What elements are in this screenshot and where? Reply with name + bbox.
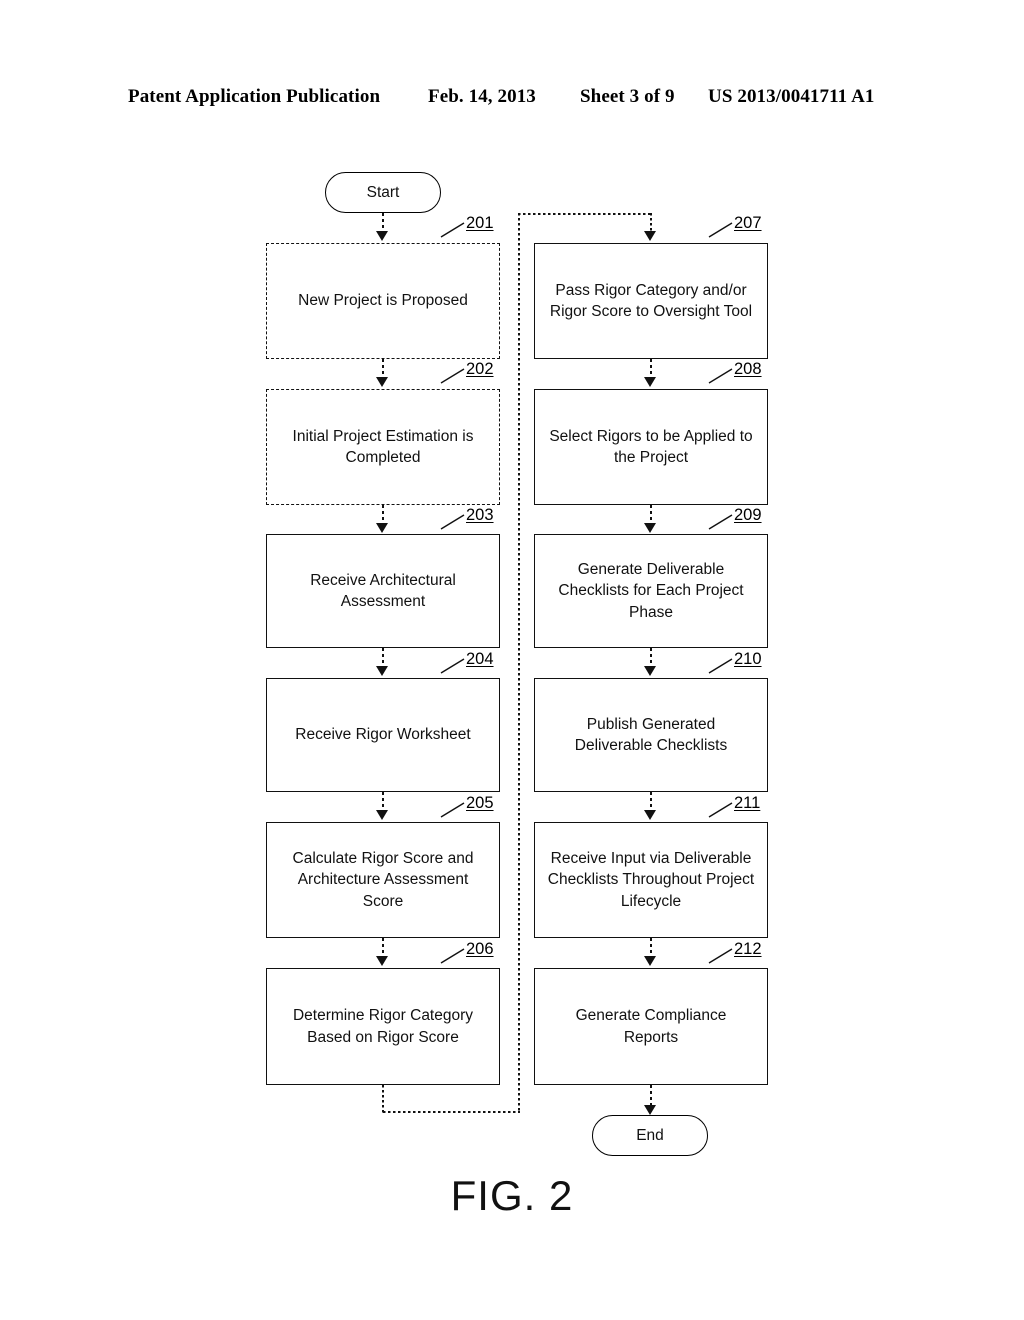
route-206-down-stub — [382, 1085, 384, 1113]
process-box-209-label: Generate Deliverable Checklists for Each… — [558, 560, 744, 621]
arrowhead-205 — [376, 810, 388, 820]
arrowhead-204 — [376, 666, 388, 676]
arrowhead-201 — [376, 231, 388, 241]
end-label: End — [636, 1126, 664, 1144]
arrowhead-206 — [376, 956, 388, 966]
arrowhead-202 — [376, 377, 388, 387]
connector-209-to-210 — [650, 648, 652, 668]
route-top-horizontal — [518, 213, 652, 215]
process-box-211-label: Receive Input via Deliverable Checklists… — [547, 849, 755, 910]
arrowhead-211 — [644, 810, 656, 820]
arrowhead-end — [644, 1105, 656, 1115]
ref-numeral-201: 201 — [466, 214, 494, 232]
start-terminator: Start — [325, 172, 441, 213]
process-box-204[interactable]: Receive Rigor Worksheet — [266, 678, 500, 792]
leader-line-207 — [708, 222, 733, 238]
process-box-202-label: Initial Project Estimation is Completed — [292, 427, 474, 466]
ref-numeral-202: 202 — [466, 360, 494, 378]
connector-211-to-212 — [650, 938, 652, 958]
ref-numeral-205: 205 — [466, 794, 494, 812]
arrowhead-209 — [644, 523, 656, 533]
leader-line-203 — [440, 514, 465, 530]
connector-202-to-203 — [382, 505, 384, 525]
connector-201-to-202 — [382, 359, 384, 379]
ref-numeral-208: 208 — [734, 360, 762, 378]
leader-line-212 — [708, 948, 733, 964]
end-terminator: End — [592, 1115, 708, 1156]
ref-numeral-212: 212 — [734, 940, 762, 958]
figure-caption: FIG. 2 — [450, 1172, 574, 1219]
arrowhead-212 — [644, 956, 656, 966]
connector-207-to-208 — [650, 359, 652, 379]
process-box-205-label: Calculate Rigor Score and Architecture A… — [292, 849, 474, 910]
leader-line-205 — [440, 802, 465, 818]
arrowhead-210 — [644, 666, 656, 676]
process-box-212[interactable]: Generate Compliance Reports — [534, 968, 768, 1085]
connector-start-to-201 — [382, 213, 384, 233]
process-box-203-label: Receive Architectural Assessment — [310, 571, 456, 610]
connector-208-to-209 — [650, 505, 652, 525]
leader-line-211 — [708, 802, 733, 818]
route-right-vertical — [518, 213, 520, 1113]
connector-212-to-end — [650, 1085, 652, 1107]
process-box-207[interactable]: Pass Rigor Category and/or Rigor Score t… — [534, 243, 768, 359]
connector-205-to-206 — [382, 938, 384, 958]
start-label: Start — [366, 183, 400, 201]
process-box-207-label: Pass Rigor Category and/or Rigor Score t… — [549, 281, 753, 320]
connector-204-to-205 — [382, 792, 384, 812]
process-box-208-label: Select Rigors to be Applied to the Proje… — [549, 427, 753, 466]
connector-203-to-204 — [382, 648, 384, 668]
leader-line-204 — [440, 658, 465, 674]
process-box-203[interactable]: Receive Architectural Assessment — [266, 534, 500, 648]
process-box-212-label: Generate Compliance Reports — [575, 1007, 727, 1046]
process-box-202[interactable]: Initial Project Estimation is Completed — [266, 389, 500, 505]
ref-numeral-210: 210 — [734, 650, 762, 668]
arrowhead-208 — [644, 377, 656, 387]
leader-line-210 — [708, 658, 733, 674]
arrowhead-into-207 — [644, 231, 656, 241]
ref-numeral-203: 203 — [466, 506, 494, 524]
ref-numeral-204: 204 — [466, 650, 494, 668]
ref-numeral-207: 207 — [734, 214, 762, 232]
process-box-209[interactable]: Generate Deliverable Checklists for Each… — [534, 534, 768, 648]
route-into-207 — [650, 213, 652, 233]
leader-line-206 — [440, 948, 465, 964]
process-box-210-label: Publish Generated Deliverable Checklists — [574, 715, 728, 754]
process-box-205[interactable]: Calculate Rigor Score and Architecture A… — [266, 822, 500, 938]
process-box-201[interactable]: New Project is Proposed — [266, 243, 500, 359]
flowchart-figure: Start New Project is Proposed 201 Initia… — [0, 0, 1024, 1320]
connector-210-to-211 — [650, 792, 652, 812]
process-box-211[interactable]: Receive Input via Deliverable Checklists… — [534, 822, 768, 938]
process-box-204-label: Receive Rigor Worksheet — [295, 726, 471, 744]
process-box-206-label: Determine Rigor Category Based on Rigor … — [292, 1007, 474, 1046]
leader-line-209 — [708, 514, 733, 530]
leader-line-208 — [708, 368, 733, 384]
leader-line-201 — [440, 222, 465, 238]
process-box-210[interactable]: Publish Generated Deliverable Checklists — [534, 678, 768, 792]
ref-numeral-211: 211 — [734, 794, 761, 812]
ref-numeral-209: 209 — [734, 506, 762, 524]
ref-numeral-206: 206 — [466, 940, 494, 958]
process-box-201-label: New Project is Proposed — [298, 292, 468, 310]
route-206-bottom-horizontal — [383, 1111, 520, 1113]
arrowhead-203 — [376, 523, 388, 533]
process-box-206[interactable]: Determine Rigor Category Based on Rigor … — [266, 968, 500, 1085]
process-box-208[interactable]: Select Rigors to be Applied to the Proje… — [534, 389, 768, 505]
leader-line-202 — [440, 368, 465, 384]
